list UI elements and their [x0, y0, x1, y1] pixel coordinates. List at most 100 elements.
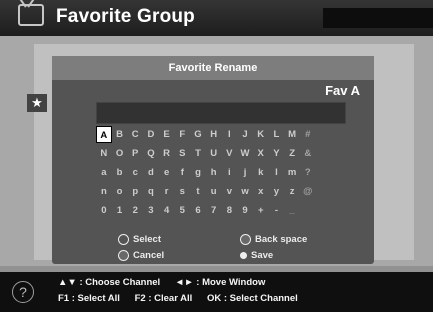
keyboard-key[interactable]: n [96, 183, 112, 200]
help-clear-all: F2 : Clear All [134, 293, 193, 304]
keyboard-key[interactable]: b [112, 164, 128, 181]
keyboard-key[interactable]: B [112, 126, 128, 143]
legend-cancel-label: Cancel [133, 250, 165, 261]
keyboard-key[interactable]: 4 [159, 202, 175, 219]
help-move-window: ◄► : Move Window [174, 277, 266, 288]
on-screen-keyboard: A B C D E F G H I J K L M # N O P Q R S T U V W X Y Z & a b c d e f g h i j k l… [96, 126, 376, 221]
keyboard-key[interactable]: R [159, 145, 175, 162]
dialog-title: Favorite Rename [52, 56, 374, 80]
keyboard-key[interactable]: _ [284, 202, 300, 219]
keyboard-key[interactable]: q [143, 183, 159, 200]
save-icon [240, 252, 247, 259]
keyboard-key[interactable]: l [269, 164, 285, 181]
keyboard-key[interactable]: T [190, 145, 206, 162]
keyboard-key[interactable]: k [253, 164, 269, 181]
keyboard-key[interactable]: Z [284, 145, 300, 162]
favorite-rename-dialog: Favorite Rename Fav A A B C D E F G H I J K L M # N O P Q… [52, 56, 374, 264]
keyboard-key[interactable]: J [237, 126, 253, 143]
keyboard-key[interactable]: g [190, 164, 206, 181]
legend-select-label: Select [133, 234, 161, 245]
keyboard-key[interactable]: x [253, 183, 269, 200]
keyboard-row: n o p q r s t u v w x y z @ [96, 183, 376, 200]
keyboard-key[interactable]: Q [143, 145, 159, 162]
title-bar: Favorite Group [0, 0, 433, 36]
keyboard-key[interactable]: G [190, 126, 206, 143]
keyboard-key[interactable]: A [96, 126, 112, 143]
name-input[interactable] [96, 102, 346, 124]
keyboard-row: A B C D E F G H I J K L M # [96, 126, 376, 143]
keyboard-key[interactable]: F [174, 126, 190, 143]
keyboard-key[interactable]: # [300, 126, 316, 143]
keyboard-key[interactable]: e [159, 164, 175, 181]
keyboard-key[interactable]: O [112, 145, 128, 162]
keyboard-key[interactable]: & [300, 145, 316, 162]
keyboard-key[interactable]: D [143, 126, 159, 143]
keyboard-key[interactable]: 7 [206, 202, 222, 219]
legend-backspace-label: Back space [255, 234, 308, 245]
keyboard-key[interactable]: j [237, 164, 253, 181]
keyboard-key[interactable]: C [127, 126, 143, 143]
help-icon: ? [12, 281, 34, 303]
help-choose-channel: ▲▼ : Choose Channel [58, 277, 161, 288]
keyboard-key[interactable]: u [206, 183, 222, 200]
legend-save-label: Save [251, 250, 274, 261]
keyboard-row: a b c d e f g h i j k l m? [96, 164, 376, 181]
keyboard-key[interactable]: v [222, 183, 238, 200]
star-icon: ★ [27, 94, 47, 112]
keyboard-key[interactable]: H [206, 126, 222, 143]
keyboard-key[interactable]: i [222, 164, 238, 181]
backspace-icon [240, 234, 251, 245]
keyboard-key[interactable]: 3 [143, 202, 159, 219]
legend-select: Select [118, 234, 161, 245]
keyboard-row: N O P Q R S T U V W X Y Z & [96, 145, 376, 162]
keyboard-key[interactable]: Y [269, 145, 285, 162]
keyboard-key[interactable]: d [143, 164, 159, 181]
keyboard-key[interactable]: K [253, 126, 269, 143]
keyboard-key[interactable]: s [174, 183, 190, 200]
keyboard-key[interactable]: 9 [237, 202, 253, 219]
keyboard-key[interactable]: a [96, 164, 112, 181]
help-line-2: F1 : Select All F2 : Clear All OK : Sele… [58, 293, 310, 304]
keyboard-key[interactable]: z [284, 183, 300, 200]
keyboard-key[interactable]: c [127, 164, 143, 181]
keyboard-key[interactable]: S [174, 145, 190, 162]
keyboard-key[interactable]: W [237, 145, 253, 162]
page-title: Favorite Group [56, 6, 195, 27]
keyboard-key[interactable]: P [127, 145, 143, 162]
keyboard-key[interactable]: w [237, 183, 253, 200]
keyboard-key[interactable]: h [206, 164, 222, 181]
keyboard-key[interactable]: N [96, 145, 112, 162]
keyboard-key[interactable]: 6 [190, 202, 206, 219]
keyboard-key[interactable]: X [253, 145, 269, 162]
title-shade [323, 8, 433, 28]
keyboard-key[interactable]: E [159, 126, 175, 143]
keyboard-key[interactable]: p [127, 183, 143, 200]
keyboard-key[interactable]: o [112, 183, 128, 200]
keyboard-key[interactable]: V [222, 145, 238, 162]
keyboard-key[interactable]: L [269, 126, 285, 143]
keyboard-key[interactable]: @ [300, 183, 316, 200]
keyboard-key[interactable]: t [190, 183, 206, 200]
keyboard-key[interactable]: - [269, 202, 285, 219]
keyboard-key[interactable]: 8 [222, 202, 238, 219]
keyboard-key[interactable]: ? [300, 164, 316, 181]
cancel-icon [118, 250, 129, 261]
keyboard-key[interactable]: y [269, 183, 285, 200]
help-line-1: ▲▼ : Choose Channel ◄► : Move Window [58, 277, 277, 288]
keyboard-key[interactable]: f [174, 164, 190, 181]
keyboard-key[interactable]: 5 [174, 202, 190, 219]
keyboard-key[interactable]: U [206, 145, 222, 162]
help-bar: ? ▲▼ : Choose Channel ◄► : Move Window F… [0, 272, 433, 312]
keyboard-key[interactable]: M [284, 126, 300, 143]
keyboard-key[interactable]: I [222, 126, 238, 143]
keyboard-key[interactable]: 1 [112, 202, 128, 219]
keyboard-key[interactable]: m [284, 164, 300, 181]
keyboard-key[interactable]: 0 [96, 202, 112, 219]
current-favorite-name: Fav A [325, 83, 360, 98]
keyboard-key[interactable]: 2 [127, 202, 143, 219]
select-icon [118, 234, 129, 245]
legend-save: Save [240, 250, 273, 261]
keyboard-key[interactable]: + [253, 202, 269, 219]
keyboard-key[interactable]: r [159, 183, 175, 200]
tv-favorite-screen: Favorite Group ★ Favorite Rename Fav A A… [0, 0, 433, 312]
